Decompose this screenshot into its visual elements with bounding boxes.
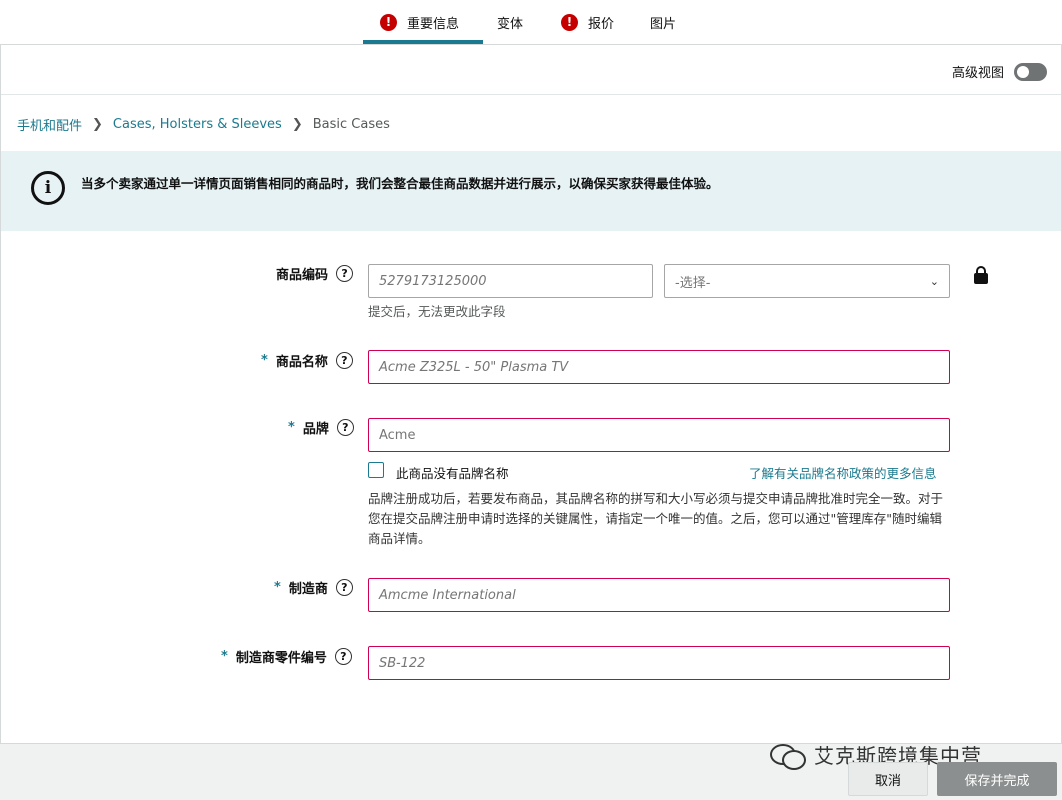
required-marker: * xyxy=(288,420,295,435)
cancel-button[interactable]: 取消 xyxy=(848,762,928,796)
tab-bar: ! 重要信息 变体 ! 报价 图片 xyxy=(0,0,1062,44)
brand-note: 品牌注册成功后，若要发布商品，其品牌名称的拼写和大小写必须与提交申请品牌批准时完… xyxy=(368,491,944,546)
required-marker: * xyxy=(261,353,268,368)
input-placeholder: Amcme International xyxy=(379,587,516,603)
required-marker: * xyxy=(221,649,228,664)
label-text: 制造商零件编号 xyxy=(235,651,327,666)
select-value: -选择- xyxy=(675,275,711,291)
no-brand-label: 此商品没有品牌名称 xyxy=(396,466,509,481)
product-id-hint: 提交后，无法更改此字段 xyxy=(368,304,506,319)
brand-label: * 品牌 ? xyxy=(288,418,354,437)
error-icon: ! xyxy=(380,13,397,31)
error-icon: ! xyxy=(561,13,578,31)
info-banner-text: 当多个卖家通过单一详情页面销售相同的商品时，我们会整合最佳商品数据并进行展示，以… xyxy=(81,176,719,191)
product-name-input[interactable]: Acme Z325L - 50" Plasma TV xyxy=(368,350,950,384)
tab-vital-info[interactable]: ! 重要信息 xyxy=(380,0,459,44)
tab-label: 变体 xyxy=(497,16,524,32)
brand-input[interactable]: Acme xyxy=(368,418,950,452)
wechat-icon xyxy=(770,742,806,770)
tab-label: 重要信息 xyxy=(407,16,460,32)
divider xyxy=(1,94,1061,95)
help-icon[interactable]: ? xyxy=(336,419,354,436)
help-icon[interactable]: ? xyxy=(335,352,353,369)
form-card: 高级视图 手机和配件 ❯ Cases, Holsters & Sleeves ❯… xyxy=(0,44,1062,744)
label-text: 商品名称 xyxy=(275,355,328,370)
input-value: 5279173125000 xyxy=(379,273,487,289)
label-text: 制造商 xyxy=(288,582,328,597)
product-name-label: * 商品名称 ? xyxy=(261,351,353,370)
help-icon[interactable]: ? xyxy=(334,648,352,665)
input-value: Acme xyxy=(379,427,416,443)
breadcrumb-item[interactable]: 手机和配件 xyxy=(17,115,82,134)
part-number-input[interactable]: SB-122 xyxy=(368,646,950,680)
tab-label: 图片 xyxy=(650,16,677,32)
brand-policy-link[interactable]: 了解有关品牌名称政策的更多信息 xyxy=(749,463,937,482)
chevron-right-icon: ❯ xyxy=(291,117,303,132)
save-finish-button[interactable]: 保存并完成 xyxy=(937,762,1057,796)
tab-offer[interactable]: ! 报价 xyxy=(561,0,614,44)
advanced-view-toggle[interactable] xyxy=(1014,62,1047,81)
manufacturer-input[interactable]: Amcme International xyxy=(368,578,950,612)
tab-variations[interactable]: 变体 xyxy=(497,0,523,44)
breadcrumb: 手机和配件 ❯ Cases, Holsters & Sleeves ❯ Basi… xyxy=(17,115,390,134)
advanced-view: 高级视图 xyxy=(952,62,1047,81)
breadcrumb-item[interactable]: Cases, Holsters & Sleeves xyxy=(113,117,282,132)
manufacturer-label: * 制造商 ? xyxy=(274,578,353,597)
help-icon[interactable]: ? xyxy=(335,579,353,596)
advanced-view-label: 高级视图 xyxy=(951,66,1004,81)
no-brand-checkbox[interactable] xyxy=(368,462,384,478)
product-id-type-select[interactable]: -选择- ⌄ xyxy=(664,264,950,298)
tab-label: 报价 xyxy=(588,16,615,32)
help-icon[interactable]: ? xyxy=(336,265,354,282)
required-marker: * xyxy=(274,580,281,595)
info-banner: i 当多个卖家通过单一详情页面销售相同的商品时，我们会整合最佳商品数据并进行展示… xyxy=(1,151,1061,231)
product-id-input[interactable]: 5279173125000 xyxy=(368,264,653,298)
input-placeholder: Acme Z325L - 50" Plasma TV xyxy=(379,359,569,375)
info-icon: i xyxy=(31,171,65,205)
tab-images[interactable]: 图片 xyxy=(650,0,676,44)
part-number-label: * 制造商零件编号 ? xyxy=(221,647,352,666)
label-text: 品牌 xyxy=(302,422,329,437)
breadcrumb-current: Basic Cases xyxy=(312,117,390,132)
chevron-down-icon: ⌄ xyxy=(929,274,939,288)
chevron-right-icon: ❯ xyxy=(92,117,103,132)
input-placeholder: SB-122 xyxy=(379,655,426,671)
label-text: 商品编码 xyxy=(276,268,329,283)
lock-icon xyxy=(974,266,988,284)
product-id-label: 商品编码 ? xyxy=(276,264,354,283)
